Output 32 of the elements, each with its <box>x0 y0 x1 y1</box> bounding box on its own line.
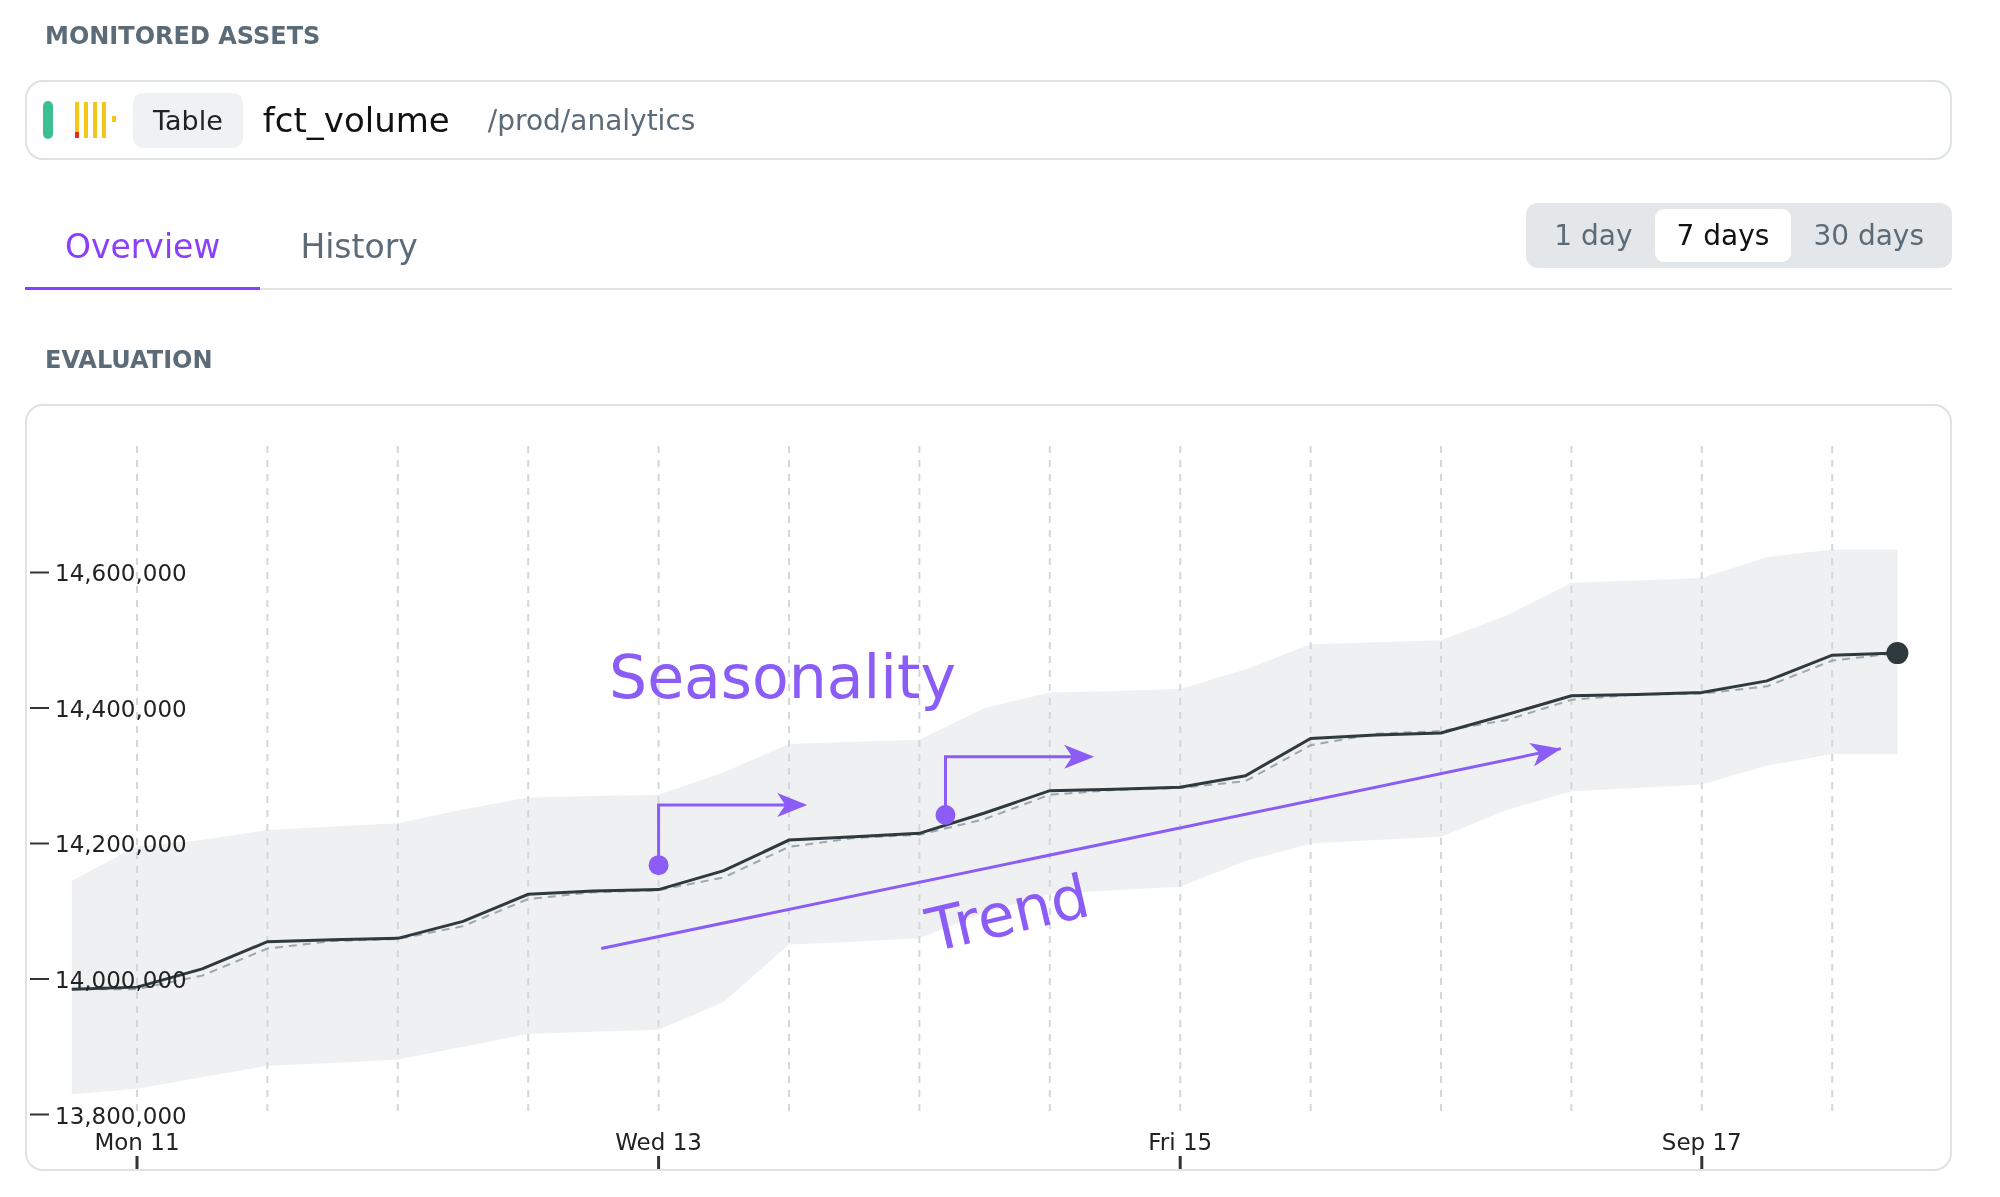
range-option[interactable]: 7 days <box>1654 208 1792 262</box>
annotation-label: Seasonality <box>609 641 956 712</box>
tick-mark <box>1700 1156 1704 1169</box>
tick-mark <box>1178 1156 1182 1169</box>
status-icon <box>43 101 53 139</box>
x-axis-label: Mon 11 <box>94 1129 180 1155</box>
asset-path: /prod/analytics <box>487 103 696 137</box>
x-axis-label: Wed 13 <box>615 1129 702 1155</box>
section-title: EVALUATION <box>44 345 214 376</box>
tab[interactable]: Overview <box>25 196 261 290</box>
asset-card[interactable]: Table fct_volume /prod/analytics <box>25 80 1952 160</box>
y-axis-label: 14,600,000 <box>55 560 187 587</box>
tick-mark <box>29 707 50 709</box>
asset-name: fct_volume <box>262 100 450 140</box>
x-axis-label: Fri 15 <box>1148 1129 1213 1155</box>
y-axis-label: 14,200,000 <box>55 831 187 858</box>
tick-mark <box>29 571 50 574</box>
tick-mark <box>29 978 50 980</box>
annotation-label: Trend <box>919 860 1096 966</box>
y-axis-label: 14,400,000 <box>55 696 187 722</box>
range-option[interactable]: 30 days <box>1791 208 1946 262</box>
section-title: MONITORED ASSETS <box>44 21 322 52</box>
tick-mark <box>29 1113 50 1116</box>
bars-icon <box>75 101 117 139</box>
tick-mark <box>29 842 50 845</box>
tick-mark <box>135 1156 139 1169</box>
range-option[interactable]: 1 day <box>1532 208 1655 262</box>
type-tag: Table <box>133 92 243 148</box>
tab[interactable]: History <box>260 196 458 290</box>
y-axis-label: 13,800,000 <box>55 1102 187 1129</box>
tick-mark <box>657 1156 661 1169</box>
x-axis-label: Sep 17 <box>1661 1129 1742 1155</box>
